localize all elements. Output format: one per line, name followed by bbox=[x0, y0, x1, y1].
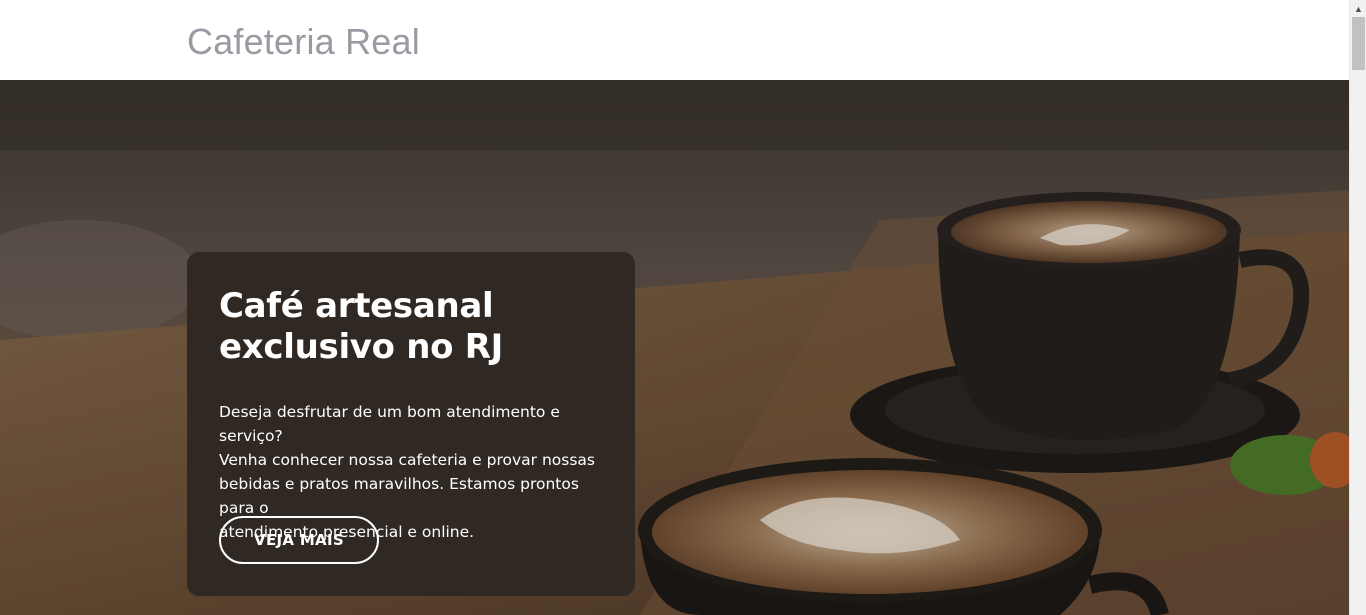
hero-title: Café artesanal exclusivo no RJ bbox=[219, 286, 609, 368]
hero-section: Café artesanal exclusivo no RJ Deseja de… bbox=[0, 80, 1349, 615]
brand-logo-link[interactable]: Cafeteria Real bbox=[187, 20, 420, 64]
hero-title-line-1: Café artesanal bbox=[219, 286, 494, 326]
hero-description-line-1: Deseja desfrutar de um bom atendimento e… bbox=[219, 403, 560, 445]
scrollbar-thumb[interactable] bbox=[1352, 17, 1365, 70]
vertical-scrollbar[interactable]: ▲ bbox=[1349, 0, 1366, 615]
page: Cafeteria Real Café artesanal exclusivo … bbox=[0, 0, 1366, 615]
hero-description-line-3: bebidas e pratos maravilhos. Estamos pro… bbox=[219, 475, 579, 517]
hero-description-line-2: Venha conhecer nossa cafeteria e provar … bbox=[219, 451, 595, 469]
scroll-up-arrow-icon[interactable]: ▲ bbox=[1350, 0, 1366, 17]
hero-card: Café artesanal exclusivo no RJ Deseja de… bbox=[187, 252, 635, 596]
hero-title-line-2: exclusivo no RJ bbox=[219, 327, 503, 367]
veja-mais-button[interactable]: VEJA MAIS bbox=[219, 516, 379, 564]
site-header: Cafeteria Real bbox=[0, 0, 1349, 80]
